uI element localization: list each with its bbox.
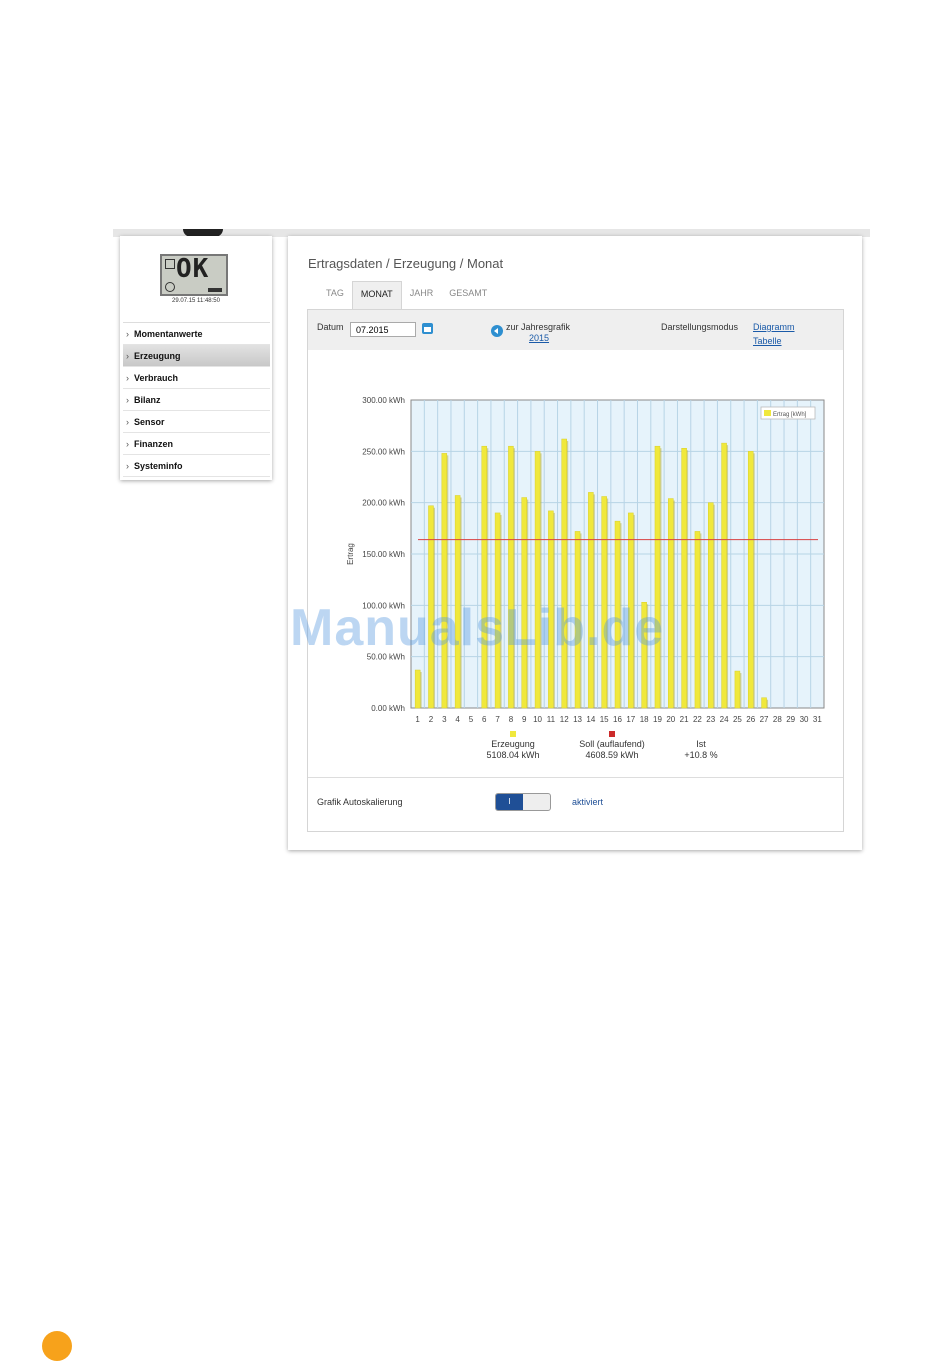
lcd-battery-icon [208,288,222,292]
x-tick-label: 9 [522,715,527,724]
x-tick-label: 20 [666,715,675,724]
yield-chart: 0.00 kWh50.00 kWh100.00 kWh150.00 kWh200… [346,396,825,760]
x-tick-label: 22 [693,715,702,724]
x-tick-label: 21 [680,715,689,724]
sidebar-item-sensor[interactable]: Sensor [123,411,270,433]
tab-tag[interactable]: TAG [318,281,352,309]
y-tick-label: 150.00 kWh [362,550,405,559]
x-tick-label: 18 [640,715,649,724]
x-tick-label: 16 [613,715,622,724]
autoscale-toggle[interactable]: I [495,793,551,811]
y-axis-label: Ertrag [346,543,355,565]
tab-gesamt[interactable]: GESAMT [441,281,495,309]
bar [747,451,754,709]
lcd-grid-icon [165,259,175,269]
sidebar-item-finanzen[interactable]: Finanzen [123,433,270,455]
sidebar-menu: MomentanwerteErzeugungVerbrauchBilanzSen… [123,322,270,477]
summary-value: 4608.59 kWh [585,750,638,760]
x-tick-label: 1 [415,715,420,724]
summary-swatch [510,731,516,737]
lcd-globe-icon [165,282,175,292]
summary-label: Erzeugung [491,739,535,749]
sidebar-item-verbrauch[interactable]: Verbrauch [123,367,270,389]
x-tick-label: 27 [760,715,769,724]
x-tick-label: 14 [586,715,595,724]
bar [481,445,488,709]
bar [708,502,714,709]
sidebar-item-erzeugung[interactable]: Erzeugung [123,345,270,367]
bar [561,438,567,709]
x-tick-label: 19 [653,715,662,724]
autoscale-status: aktiviert [572,797,604,807]
x-tick-label: 24 [720,715,729,724]
bar [694,531,701,709]
device-lcd-display: OK [160,254,228,296]
legend-swatch [764,410,771,416]
x-tick-label: 3 [442,715,447,724]
lcd-status-text: OK [176,254,210,284]
x-tick-label: 17 [626,715,635,724]
bar [734,670,741,709]
divider [308,777,843,778]
x-tick-label: 7 [495,715,500,724]
x-tick-label: 31 [813,715,822,724]
bar [761,697,767,709]
period-tabs: TAG MONAT JAHR GESAMT [318,281,495,310]
bar [668,498,674,709]
x-tick-label: 12 [560,715,569,724]
x-tick-label: 23 [706,715,715,724]
x-tick-label: 5 [469,715,474,724]
x-tick-label: 29 [786,715,795,724]
bar [441,453,448,709]
breadcrumb: Ertragsdaten / Erzeugung / Monat [308,256,504,271]
main-card: Ertragsdaten / Erzeugung / Monat TAG MONA… [288,236,862,850]
x-tick-label: 2 [429,715,434,724]
summary-value: +10.8 % [684,750,717,760]
bar [681,448,687,709]
chart-panel: Datum zur Jahresgrafik 2015 Darstellungs… [307,309,844,832]
summary-label: Soll (auflaufend) [579,739,645,749]
sidebar: OK 29.07.15 11:48:50 MomentanwerteErzeug… [120,236,272,480]
y-tick-label: 0.00 kWh [371,704,405,713]
tab-jahr[interactable]: JAHR [402,281,442,309]
x-tick-label: 15 [600,715,609,724]
x-tick-label: 28 [773,715,782,724]
summary-value: 5108.04 kWh [486,750,539,760]
x-tick-label: 13 [573,715,582,724]
x-tick-label: 26 [746,715,755,724]
toggle-on-indicator: I [496,794,523,810]
legend-label: Ertrag [kWh] [773,412,807,418]
x-tick-label: 30 [800,715,809,724]
sidebar-item-momentanwerte[interactable]: Momentanwerte [123,323,270,345]
sidebar-item-systeminfo[interactable]: Systeminfo [123,455,270,477]
autoscale-label: Grafik Autoskalierung [317,797,403,807]
y-tick-label: 200.00 kWh [362,499,405,508]
bar [414,669,421,709]
device-timestamp: 29.07.15 11:48:50 [172,298,220,304]
summary-label: Ist [696,739,706,749]
tab-monat[interactable]: MONAT [351,281,402,310]
x-tick-label: 6 [482,715,487,724]
summary-swatch [609,731,615,737]
x-tick-label: 8 [509,715,514,724]
page-marker-dot [42,1331,72,1361]
watermark: ManualsLib.de [290,599,665,657]
x-tick-label: 4 [455,715,460,724]
y-tick-label: 300.00 kWh [362,396,405,405]
x-tick-label: 25 [733,715,742,724]
x-tick-label: 10 [533,715,542,724]
y-tick-label: 250.00 kWh [362,447,405,456]
bar [721,442,727,709]
bar [508,445,514,709]
sidebar-item-bilanz[interactable]: Bilanz [123,389,270,411]
bar [534,451,541,709]
x-tick-label: 11 [547,715,556,724]
bar [654,445,661,709]
